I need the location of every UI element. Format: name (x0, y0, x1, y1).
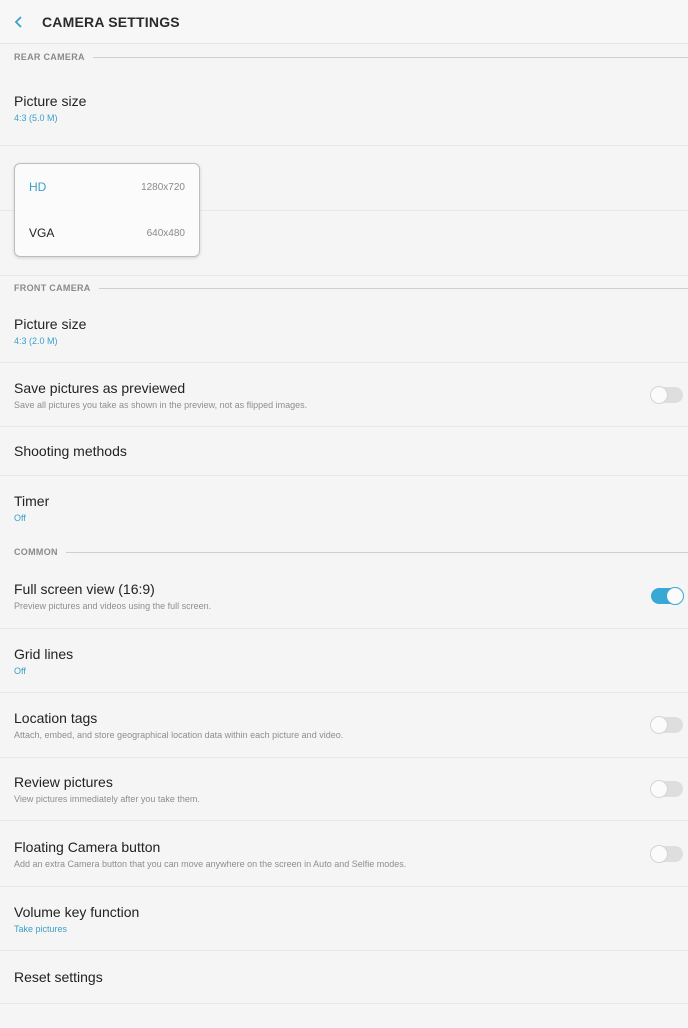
option-name: HD (29, 180, 47, 194)
setting-value: Off (14, 665, 26, 676)
section-header-common: COMMON (0, 540, 688, 564)
rear-picture-size-item[interactable]: Picture size 4:3 (5.0 M) (0, 70, 688, 146)
setting-value: Off (14, 513, 26, 523)
section-header-front-camera: FRONT CAMERA (0, 276, 688, 300)
setting-description: Attach, embed, and store geographical lo… (14, 730, 344, 740)
section-divider (98, 287, 688, 289)
section-divider (92, 56, 688, 58)
full-screen-view-switch[interactable] (651, 587, 684, 605)
front-picture-size-item[interactable]: Picture size 4:3 (2.0 M) (0, 300, 688, 363)
location-tags-switch[interactable] (650, 716, 683, 734)
setting-title: Full screen view (16:9) (14, 581, 155, 597)
switch-knob (650, 844, 668, 863)
shooting-methods-item[interactable]: Shooting methods (0, 427, 688, 476)
review-pictures-item[interactable]: Review pictures View pictures immediatel… (0, 758, 688, 821)
section-label: REAR CAMERA (14, 52, 85, 62)
switch-knob (650, 385, 668, 404)
setting-description: Add an extra Camera button that you can … (14, 858, 407, 869)
section-divider (65, 551, 688, 553)
back-button[interactable] (4, 0, 34, 44)
option-resolution: 1280x720 (141, 181, 185, 193)
setting-title: Floating Camera button (14, 838, 161, 855)
save-pictures-as-previewed-item[interactable]: Save pictures as previewed Save all pict… (0, 363, 688, 427)
video-size-option-hd[interactable]: HD 1280x720 (15, 164, 199, 210)
setting-title: Review pictures (14, 774, 113, 790)
video-size-popup: HD 1280x720 VGA 640x480 (14, 163, 200, 257)
setting-title: Shooting methods (14, 443, 127, 459)
setting-description: View pictures immediately after you take… (14, 794, 200, 804)
timer-item[interactable]: Timer Off (0, 476, 688, 540)
reset-settings-item[interactable]: Reset settings (0, 951, 688, 1004)
full-screen-view-item[interactable]: Full screen view (16:9) Preview pictures… (0, 564, 688, 629)
floating-camera-button-switch[interactable] (650, 844, 683, 863)
setting-title: Timer (14, 493, 50, 509)
option-name: VGA (29, 226, 55, 240)
setting-value: 4:3 (2.0 M) (14, 336, 58, 346)
grid-lines-item[interactable]: Grid lines Off (0, 629, 688, 693)
setting-description: Save all pictures you take as shown in t… (14, 399, 308, 410)
setting-value: 4:3 (5.0 M) (14, 112, 58, 123)
review-pictures-switch[interactable] (650, 780, 683, 798)
setting-title: Volume key function (14, 903, 140, 920)
setting-title: Save pictures as previewed (14, 379, 186, 396)
switch-knob (666, 587, 684, 605)
option-resolution: 640x480 (146, 227, 185, 239)
section-header-rear-camera: REAR CAMERA (0, 44, 688, 70)
location-tags-item[interactable]: Location tags Attach, embed, and store g… (0, 693, 688, 758)
setting-description: Preview pictures and videos using the fu… (14, 601, 212, 611)
chevron-left-icon (14, 15, 22, 28)
setting-title: Reset settings (14, 969, 103, 985)
setting-title: Location tags (14, 710, 98, 726)
app-bar: CAMERA SETTINGS (0, 0, 688, 44)
switch-knob (650, 780, 668, 798)
floating-camera-button-item[interactable]: Floating Camera button Add an extra Came… (0, 821, 688, 887)
setting-title: Picture size (14, 92, 87, 109)
setting-title: Grid lines (14, 645, 74, 662)
section-label: COMMON (14, 547, 58, 557)
save-pictures-as-previewed-switch[interactable] (650, 385, 683, 404)
video-size-option-vga[interactable]: VGA 640x480 (15, 210, 199, 256)
setting-title: Picture size (14, 316, 87, 332)
volume-key-function-item[interactable]: Volume key function Take pictures (0, 887, 688, 951)
page-title: CAMERA SETTINGS (42, 13, 180, 30)
section-label: FRONT CAMERA (14, 283, 91, 293)
switch-knob (650, 716, 668, 734)
setting-value: Take pictures (14, 923, 68, 934)
